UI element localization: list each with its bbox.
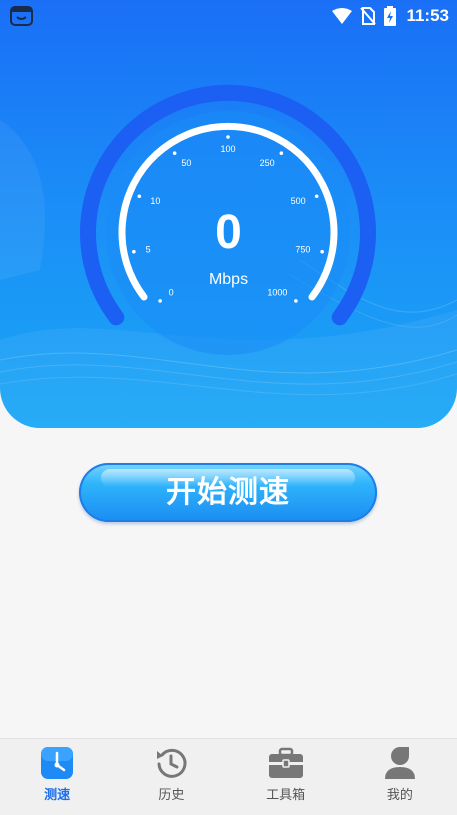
profile-icon [382,745,418,781]
start-test-button[interactable]: 开始测速 [79,463,377,522]
bottom-tab-bar: 测速 历史 工具箱 我的 [0,738,457,815]
gauge-tick-dot [294,299,298,303]
status-time: 11:53 [406,6,449,25]
gauge-tick-label: 100 [220,144,235,154]
speed-test-panel: 0 5 10 50 100 250 500 750 1000 11:53 0 Mbps [0,0,457,428]
gauge-tick-dot [226,135,230,139]
no-sim-icon [360,7,377,25]
history-icon [153,745,189,781]
tab-label-speed-test: 测速 [44,788,71,803]
tab-speed-test[interactable]: 测速 [0,739,114,815]
gauge-tick-dot [158,299,162,303]
wifi-icon [332,8,353,24]
toolbox-icon [268,745,304,781]
gauge-tick-label: 50 [181,158,191,168]
tab-profile[interactable]: 我的 [343,739,457,815]
gauge-tick-dot [314,194,319,199]
gauge-tick-dot [279,151,284,155]
speedometer-icon [39,745,75,781]
gauge-tick-dot [172,151,177,155]
tab-label-toolbox: 工具箱 [266,788,306,803]
gauge-tick-label: 250 [260,158,275,168]
speed-unit: Mbps [208,271,249,288]
speed-value: 0 [215,206,242,259]
status-bar: 11:53 [0,0,457,32]
tab-history[interactable]: 历史 [114,739,228,815]
gauge-tick-dot [137,194,142,199]
tab-toolbox[interactable]: 工具箱 [229,739,343,815]
start-test-label: 开始测速 [166,475,290,510]
app-notification-icon [10,6,33,26]
tab-label-profile: 我的 [386,788,413,803]
tab-label-history: 历史 [158,788,185,803]
battery-charging-icon [384,6,397,26]
